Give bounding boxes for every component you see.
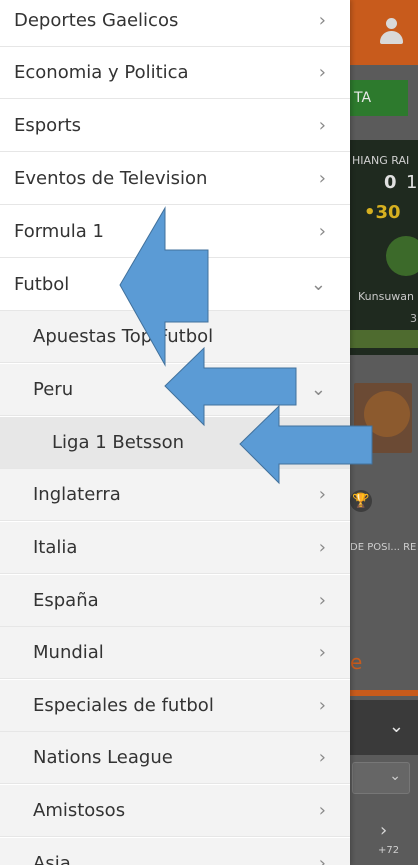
chevron-right-icon: ›: [318, 590, 326, 611]
chevron-right-icon: ›: [318, 642, 326, 663]
menu-item-espana[interactable]: España ›: [0, 575, 350, 627]
menu-item-mundial[interactable]: Mundial ›: [0, 627, 350, 679]
standings-shortcut[interactable]: 🏆 DE POSI... RE: [350, 490, 418, 560]
menu-item-italia[interactable]: Italia ›: [0, 522, 350, 574]
chevron-right-icon: ›: [318, 115, 326, 136]
menu-item-eventos-television[interactable]: Eventos de Television ›: [0, 153, 350, 205]
chevron-right-icon: ›: [318, 800, 326, 821]
sports-menu: Deportes Gaelicos › Economia y Politica …: [0, 0, 350, 865]
app-header: [350, 0, 418, 65]
user-icon[interactable]: [378, 18, 404, 46]
menu-item-liga-1-betsson[interactable]: Liga 1 Betsson: [0, 417, 350, 469]
chevron-right-icon: ›: [318, 221, 326, 242]
score-home: 0: [384, 172, 397, 193]
basketball-image: [364, 391, 410, 437]
menu-item-label: Liga 1 Betsson: [52, 432, 185, 453]
menu-item-label: Inglaterra: [33, 484, 121, 505]
grass-strip: [350, 330, 418, 348]
chevron-right-icon: ›: [318, 853, 326, 865]
menu-item-label: Esports: [14, 115, 82, 136]
menu-item-esports[interactable]: Esports ›: [0, 100, 350, 152]
chevron-right-icon: ›: [318, 62, 326, 83]
score-points: •30: [364, 202, 401, 223]
score-home-2: 1: [406, 172, 418, 193]
menu-item-label: Eventos de Television: [14, 168, 208, 189]
background-app: TA HIANG RAI 0 1 •30 Kunsuwan 3 🏆 DE POS…: [350, 0, 418, 865]
trophy-icon: 🏆: [350, 490, 372, 512]
menu-item-futbol[interactable]: Futbol ⌄: [0, 259, 350, 311]
menu-item-label: Amistosos: [33, 800, 126, 821]
chevron-right-icon[interactable]: ›: [380, 820, 387, 841]
chevron-down-icon: ⌄: [310, 379, 326, 400]
chevron-right-icon: ›: [318, 747, 326, 768]
menu-item-deportes-gaelicos[interactable]: Deportes Gaelicos ›: [0, 0, 350, 47]
collapse-bar[interactable]: ⌄: [350, 700, 418, 755]
menu-item-especiales-futbol[interactable]: Especiales de futbol ›: [0, 680, 350, 732]
menu-item-label: Nations League: [33, 747, 173, 768]
menu-item-inglaterra[interactable]: Inglaterra ›: [0, 469, 350, 521]
player-name: Kunsuwan: [358, 290, 415, 303]
menu-item-asia[interactable]: Asia ›: [0, 838, 350, 865]
cta-button[interactable]: TA: [350, 80, 408, 116]
menu-item-label: Deportes Gaelicos: [14, 10, 179, 31]
tennis-ball-image: [386, 236, 418, 276]
more-markets-count[interactable]: +72: [378, 845, 399, 856]
menu-item-economia-politica[interactable]: Economia y Politica ›: [0, 47, 350, 99]
menu-item-label: Peru: [33, 379, 74, 400]
menu-item-label: Mundial: [33, 642, 104, 663]
chevron-right-icon: ›: [318, 484, 326, 505]
promo-banner[interactable]: [354, 383, 412, 453]
menu-item-label: Economia y Politica: [14, 62, 189, 83]
menu-item-label: Asia: [33, 853, 71, 865]
menu-item-nations-league[interactable]: Nations League ›: [0, 732, 350, 784]
menu-item-label: Apuestas Top Futbol: [33, 326, 214, 347]
chevron-down-icon: ⌄: [310, 274, 326, 295]
chevron-right-icon: ›: [318, 537, 326, 558]
team-name: HIANG RAI: [352, 154, 410, 167]
menu-item-label: Futbol: [14, 274, 70, 295]
menu-item-label: Formula 1: [14, 221, 104, 242]
menu-item-apuestas-top-futbol[interactable]: Apuestas Top Futbol: [0, 311, 350, 363]
section-title-fragment: e: [350, 650, 363, 674]
tick-value: 3: [410, 312, 417, 325]
chevron-right-icon: ›: [318, 10, 326, 31]
orange-divider: [350, 690, 418, 696]
menu-item-label: Especiales de futbol: [33, 695, 214, 716]
chevron-down-icon: ⌄: [388, 716, 404, 737]
live-match-card[interactable]: HIANG RAI 0 1 •30 Kunsuwan 3: [350, 140, 418, 355]
chevron-down-icon: ⌄: [389, 768, 401, 784]
menu-item-label: Italia: [33, 537, 78, 558]
menu-item-amistosos[interactable]: Amistosos ›: [0, 785, 350, 837]
chevron-right-icon: ›: [318, 168, 326, 189]
chevron-right-icon: ›: [318, 695, 326, 716]
menu-item-peru[interactable]: Peru ⌄: [0, 364, 350, 416]
menu-item-label: España: [33, 590, 99, 611]
standings-label: DE POSI... RE: [350, 542, 417, 553]
market-select[interactable]: ⌄: [352, 762, 410, 794]
menu-item-formula-1[interactable]: Formula 1 ›: [0, 206, 350, 258]
